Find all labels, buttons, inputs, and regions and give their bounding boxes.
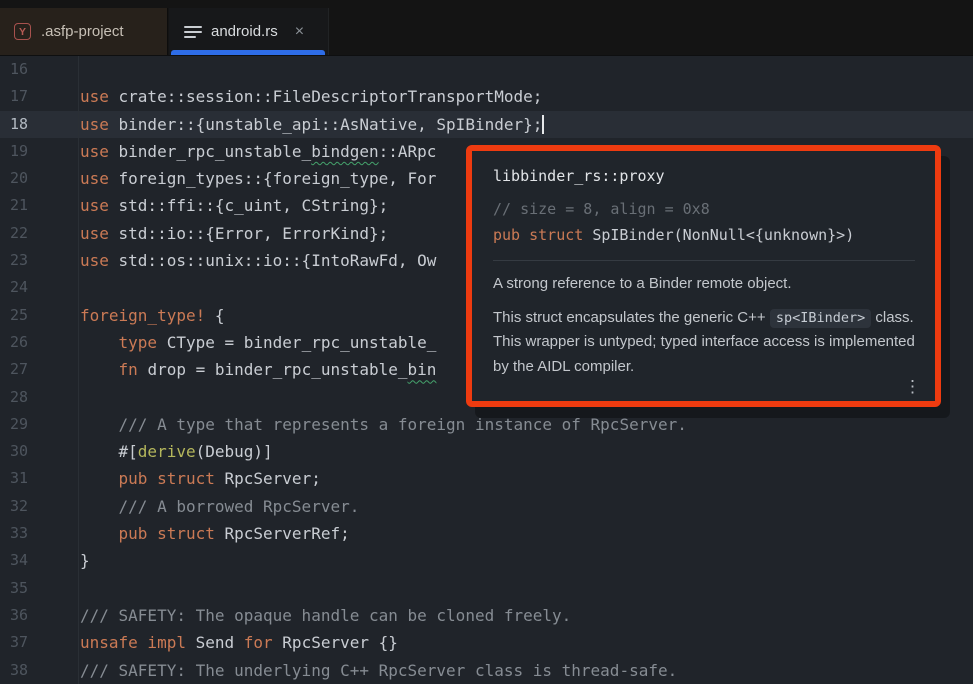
code-text: #[derive(Debug)] bbox=[68, 438, 273, 465]
line-number[interactable]: 34 bbox=[0, 547, 68, 574]
popup-symbol-path: libbinder_rs::proxy bbox=[493, 166, 915, 186]
popup-signature: pub struct SpIBinder(NonNull<{unknown}>) bbox=[493, 225, 915, 246]
line-number[interactable]: 37 bbox=[0, 629, 68, 656]
popup-paragraph: This struct encapsulates the generic C++… bbox=[493, 306, 915, 380]
more-options-icon[interactable]: ⋮ bbox=[904, 379, 921, 396]
code-text: use std::ffi::{c_uint, CString}; bbox=[68, 192, 388, 219]
line-number[interactable]: 24 bbox=[0, 274, 68, 301]
line-number[interactable]: 30 bbox=[0, 438, 68, 465]
code-text: fn drop = binder_rpc_unstable_bin bbox=[68, 356, 436, 383]
code-line[interactable]: 34} bbox=[0, 547, 973, 574]
code-text: unsafe impl Send for RpcServer {} bbox=[68, 629, 398, 656]
close-tab-icon[interactable]: × bbox=[295, 24, 304, 40]
line-number[interactable]: 26 bbox=[0, 329, 68, 356]
line-number[interactable]: 29 bbox=[0, 411, 68, 438]
code-line[interactable]: 31 pub struct RpcServer; bbox=[0, 465, 973, 492]
code-text: use binder_rpc_unstable_bindgen::ARpc bbox=[68, 138, 436, 165]
code-text: pub struct RpcServer; bbox=[68, 465, 321, 492]
code-text: use binder::{unstable_api::AsNative, SpI… bbox=[68, 111, 544, 138]
code-line[interactable]: 36/// SAFETY: The opaque handle can be c… bbox=[0, 602, 973, 629]
doc-hover-popup: libbinder_rs::proxy // size = 8, align =… bbox=[466, 145, 941, 407]
code-text: /// A type that represents a foreign ins… bbox=[68, 411, 687, 438]
tab-android-rs[interactable]: android.rs × bbox=[169, 8, 329, 55]
code-line[interactable]: 35 bbox=[0, 575, 973, 602]
line-number[interactable]: 25 bbox=[0, 302, 68, 329]
code-text: use std::io::{Error, ErrorKind}; bbox=[68, 220, 388, 247]
code-text: foreign_type! { bbox=[68, 302, 225, 329]
code-text: type CType = binder_rpc_unstable_ bbox=[68, 329, 436, 356]
line-number[interactable]: 35 bbox=[0, 575, 68, 602]
line-number[interactable]: 28 bbox=[0, 384, 68, 411]
tab-asfp-project[interactable]: Y .asfp-project bbox=[0, 8, 168, 55]
code-line[interactable]: 30 #[derive(Debug)] bbox=[0, 438, 973, 465]
code-text: pub struct RpcServerRef; bbox=[68, 520, 350, 547]
text-cursor bbox=[542, 115, 544, 134]
line-number[interactable]: 20 bbox=[0, 165, 68, 192]
line-number[interactable]: 17 bbox=[0, 83, 68, 110]
text-lines-icon bbox=[184, 26, 202, 38]
code-text: /// SAFETY: The underlying C++ RpcServer… bbox=[68, 657, 677, 684]
code-text: use foreign_types::{foreign_type, For bbox=[68, 165, 436, 192]
tab-label: android.rs bbox=[211, 23, 278, 40]
line-number[interactable]: 38 bbox=[0, 657, 68, 684]
popup-size-comment: // size = 8, align = 0x8 bbox=[493, 199, 915, 220]
line-number[interactable]: 33 bbox=[0, 520, 68, 547]
tab-bar: Y .asfp-project android.rs × bbox=[0, 0, 973, 56]
code-line[interactable]: 32 /// A borrowed RpcServer. bbox=[0, 493, 973, 520]
code-line[interactable]: 29 /// A type that represents a foreign … bbox=[0, 411, 973, 438]
line-number[interactable]: 16 bbox=[0, 56, 68, 83]
code-line[interactable]: 38/// SAFETY: The underlying C++ RpcServ… bbox=[0, 657, 973, 684]
popup-paragraph: A strong reference to a Binder remote ob… bbox=[493, 272, 915, 297]
code-text: /// SAFETY: The opaque handle can be clo… bbox=[68, 602, 571, 629]
line-number[interactable]: 23 bbox=[0, 247, 68, 274]
line-number[interactable]: 31 bbox=[0, 465, 68, 492]
popup-divider bbox=[493, 260, 915, 261]
editor-window: Y .asfp-project android.rs × 1617use cra… bbox=[0, 0, 973, 684]
gutter-divider bbox=[78, 56, 79, 684]
yaml-file-icon: Y bbox=[14, 23, 31, 40]
code-line[interactable]: 17use crate::session::FileDescriptorTran… bbox=[0, 83, 973, 110]
code-text: use std::os::unix::io::{IntoRawFd, Ow bbox=[68, 247, 436, 274]
code-text: /// A borrowed RpcServer. bbox=[68, 493, 359, 520]
active-tab-indicator bbox=[171, 50, 325, 55]
popup-description: A strong reference to a Binder remote ob… bbox=[493, 272, 915, 379]
line-number[interactable]: 32 bbox=[0, 493, 68, 520]
line-number[interactable]: 36 bbox=[0, 602, 68, 629]
inline-code-chip: sp<IBinder> bbox=[770, 309, 871, 328]
line-number[interactable]: 21 bbox=[0, 192, 68, 219]
tab-label: .asfp-project bbox=[41, 23, 124, 40]
code-line[interactable]: 37unsafe impl Send for RpcServer {} bbox=[0, 629, 973, 656]
line-number[interactable]: 22 bbox=[0, 220, 68, 247]
code-line[interactable]: 18use binder::{unstable_api::AsNative, S… bbox=[0, 111, 973, 138]
code-line[interactable]: 16 bbox=[0, 56, 973, 83]
code-text: use crate::session::FileDescriptorTransp… bbox=[68, 83, 542, 110]
line-number[interactable]: 27 bbox=[0, 356, 68, 383]
line-number[interactable]: 18 bbox=[0, 111, 68, 138]
code-line[interactable]: 33 pub struct RpcServerRef; bbox=[0, 520, 973, 547]
line-number[interactable]: 19 bbox=[0, 138, 68, 165]
